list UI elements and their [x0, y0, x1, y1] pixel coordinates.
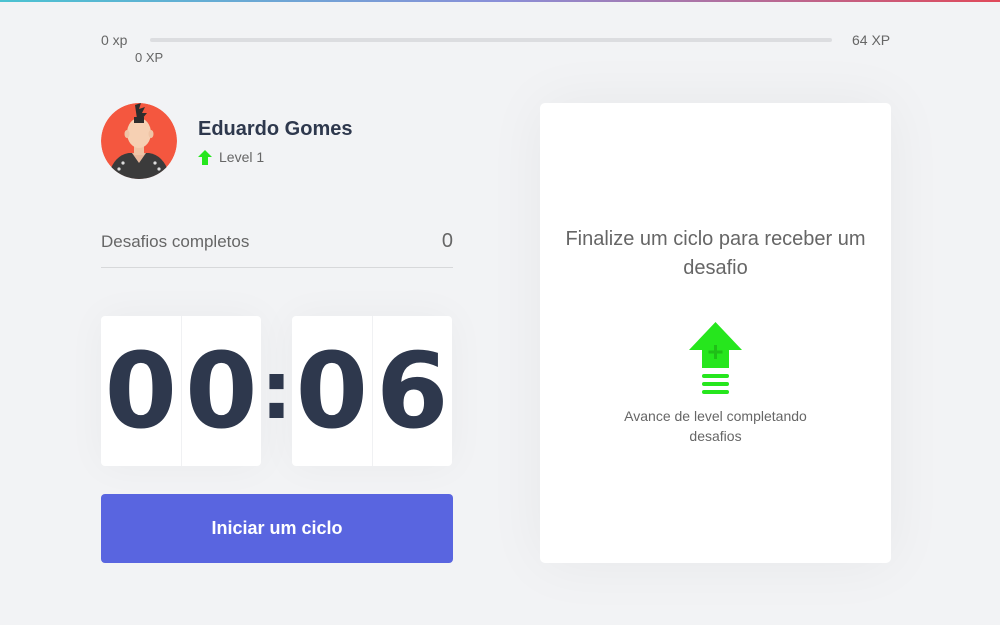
xp-current-label: 0 XP [135, 50, 164, 65]
minutes-display: 0 0 [101, 316, 261, 466]
top-accent-line [0, 0, 1000, 2]
completed-challenges-label: Desafios completos [101, 232, 250, 251]
seconds-display: 0 6 [292, 316, 452, 466]
start-cycle-button[interactable]: Iniciar um ciclo [101, 494, 453, 563]
level-up-icon [689, 322, 742, 394]
minute-tens-digit: 0 [101, 316, 182, 466]
level-up-arrow-icon [198, 149, 212, 165]
xp-max-label: 64 XP [852, 32, 891, 48]
completed-challenges: Desafios completos 0 [101, 226, 453, 268]
minute-units-digit: 0 [185, 330, 258, 452]
countdown-separator: : [260, 344, 293, 437]
countdown: 0 0 : 0 6 [101, 316, 453, 466]
punk-avatar-icon [101, 103, 177, 179]
second-tens-digit: 0 [292, 316, 373, 466]
profile-name: Eduardo Gomes [198, 118, 353, 140]
challenge-box-hint: Avance de level completando desafios [624, 408, 807, 444]
avatar [101, 103, 177, 179]
level-label: Level 1 [219, 149, 265, 165]
completed-challenges-count: 0 [441, 230, 453, 252]
xp-min-label: 0 xp [101, 32, 128, 48]
challenge-box: Finalize um ciclo para receber um desafi… [540, 103, 891, 563]
level-indicator: Level 1 [198, 149, 264, 165]
second-units-digit: 6 [376, 330, 449, 452]
challenge-box-title: Finalize um ciclo para receber um desafi… [565, 228, 866, 279]
xp-progress-track [150, 38, 832, 42]
